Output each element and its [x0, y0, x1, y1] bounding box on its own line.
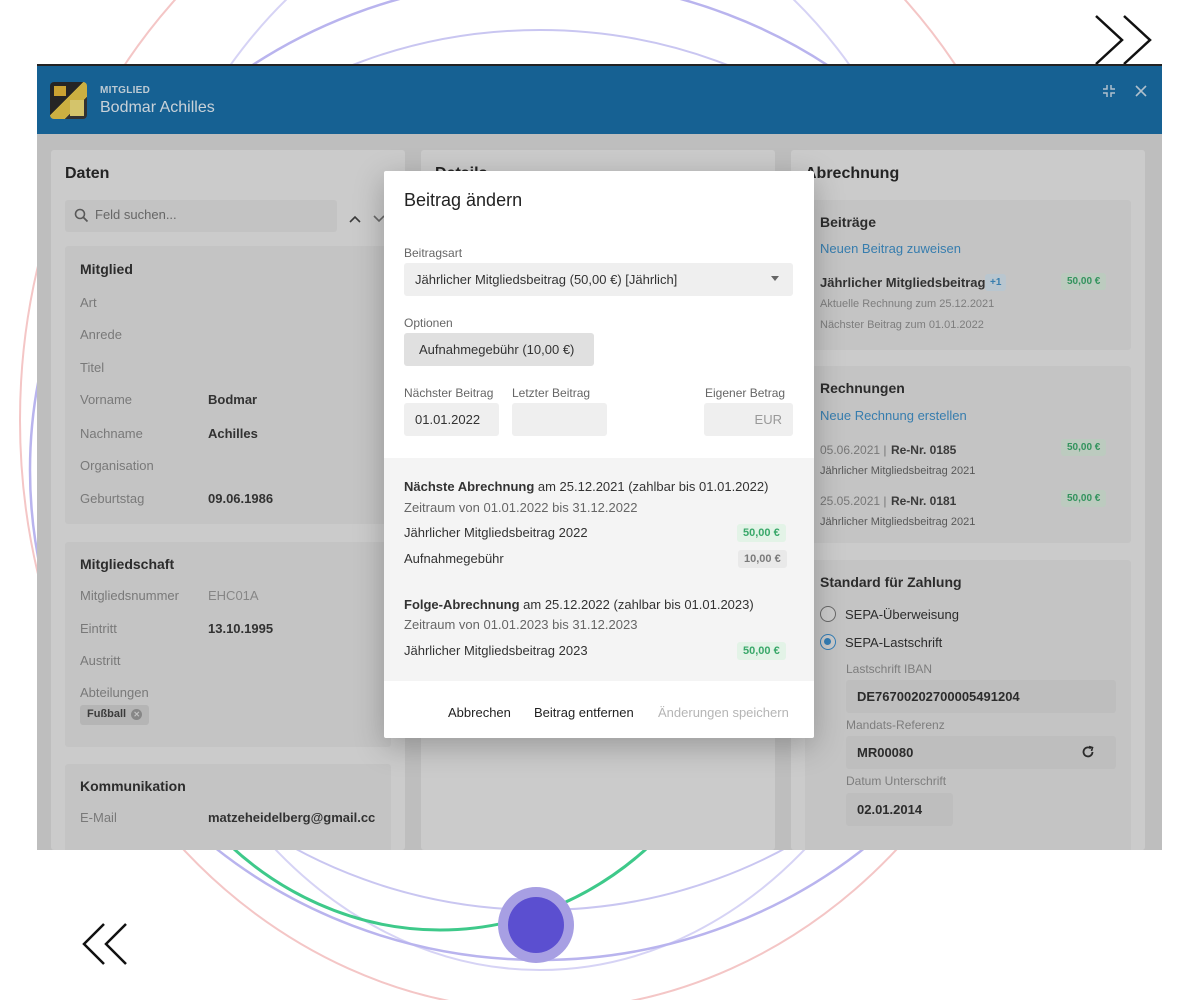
follow-billing-heading: Folge-Abrechnung am 25.12.2022 (zahlbar … — [404, 597, 754, 612]
next-billing-heading-bold: Nächste Abrechnung — [404, 479, 535, 494]
optionen-label: Optionen — [404, 316, 453, 330]
eigener-betrag-label: Eigener Betrag — [705, 386, 786, 400]
naechster-beitrag-label: Nächster Beitrag — [404, 386, 494, 400]
next-billing-period: Zeitraum von 01.01.2022 bis 31.12.2022 — [404, 500, 638, 515]
follow-billing-period: Zeitraum von 01.01.2023 bis 31.12.2023 — [404, 617, 638, 632]
eigener-betrag-suffix: EUR — [754, 412, 782, 427]
next-billing-heading: Nächste Abrechnung am 25.12.2021 (zahlba… — [404, 479, 768, 494]
billing-summary: Nächste Abrechnung am 25.12.2021 (zahlba… — [384, 458, 814, 681]
beitragsart-value: Jährlicher Mitgliedsbeitrag (50,00 €) [J… — [415, 272, 678, 287]
next-billing-line-label: Aufnahmegebühr — [404, 551, 504, 566]
beitrag-aendern-dialog: Beitrag ändern Beitragsart Jährlicher Mi… — [384, 171, 814, 738]
dialog-title: Beitrag ändern — [404, 190, 523, 210]
next-billing-line-label: Jährlicher Mitgliedsbeitrag 2022 — [404, 525, 588, 540]
letzter-beitrag-input[interactable] — [512, 403, 607, 436]
follow-billing-heading-bold: Folge-Abrechnung — [404, 597, 520, 612]
next-billing-line-amount: 50,00 € — [737, 524, 786, 542]
screen: MITGLIED Bodmar Achilles Daten Feld such… — [0, 0, 1200, 1000]
next-billing-line-amount: 10,00 € — [738, 550, 787, 568]
save-changes-button[interactable]: Änderungen speichern — [658, 705, 789, 720]
follow-billing-line-label: Jährlicher Mitgliedsbeitrag 2023 — [404, 643, 588, 658]
cancel-button[interactable]: Abbrechen — [448, 705, 511, 720]
follow-billing-heading-rest: am 25.12.2022 (zahlbar bis 01.01.2023) — [519, 597, 754, 612]
chevron-left-double-icon[interactable] — [80, 920, 130, 972]
naechster-beitrag-input[interactable]: 01.01.2022 — [404, 403, 499, 436]
eigener-betrag-input[interactable]: EUR — [704, 403, 793, 436]
beitragsart-select[interactable]: Jährlicher Mitgliedsbeitrag (50,00 €) [J… — [404, 263, 793, 296]
dropdown-arrow-icon — [771, 276, 779, 281]
beitragsart-label: Beitragsart — [404, 246, 463, 260]
next-billing-heading-rest: am 25.12.2021 (zahlbar bis 01.01.2022) — [534, 479, 769, 494]
option-aufnahmegebuehr-chip[interactable]: Aufnahmegebühr (10,00 €) — [404, 333, 594, 366]
remove-contribution-button[interactable]: Beitrag entfernen — [534, 705, 634, 720]
letzter-beitrag-label: Letzter Beitrag — [512, 386, 591, 400]
follow-billing-line-amount: 50,00 € — [737, 642, 786, 660]
deco-orb — [508, 897, 564, 953]
